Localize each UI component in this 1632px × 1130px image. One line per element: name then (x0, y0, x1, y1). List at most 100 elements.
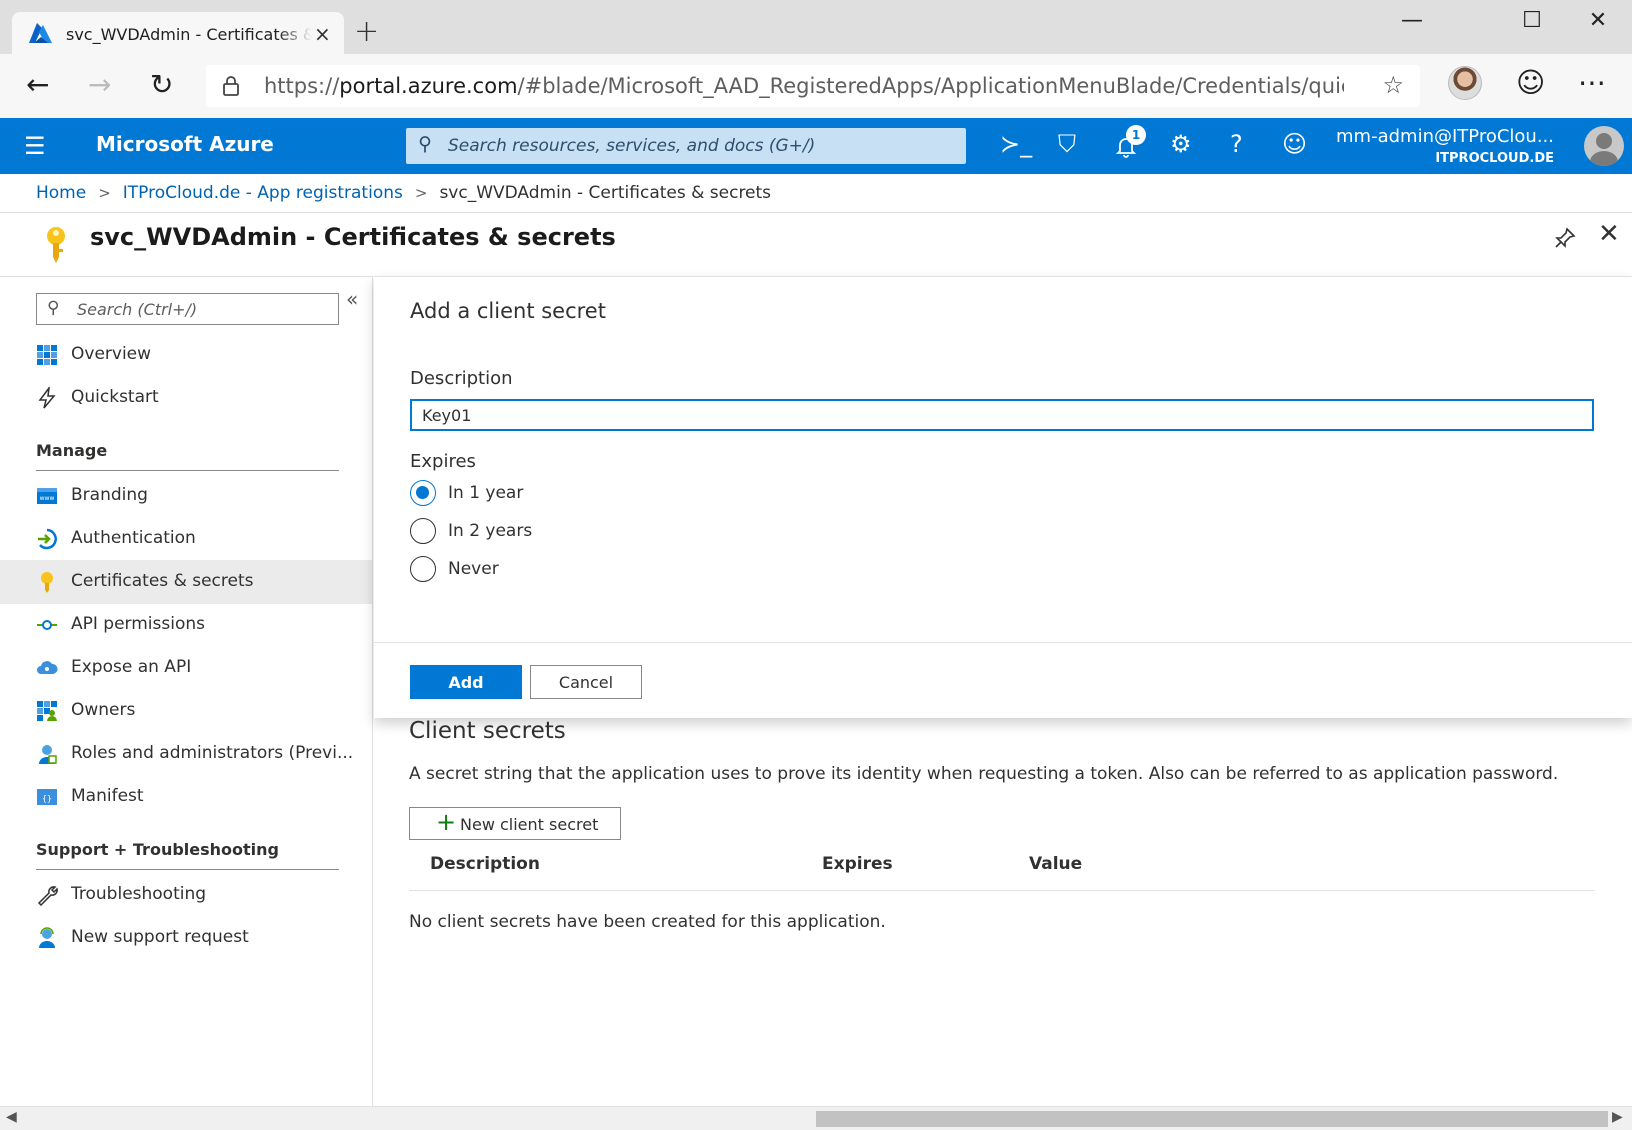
scrollbar-thumb[interactable] (816, 1111, 1608, 1127)
sidebar-item-roles-administrators[interactable]: Roles and administrators (Previ... (0, 732, 372, 776)
cloud-shell-icon[interactable]: ≻_ (1000, 130, 1032, 158)
sidebar-search-input[interactable]: ⚲ Search (Ctrl+/) (36, 293, 339, 325)
sidebar-item-new-support-request[interactable]: New support request (0, 916, 372, 960)
scroll-left-icon[interactable]: ◀ (6, 1109, 17, 1125)
close-blade-icon[interactable]: ✕ (1598, 219, 1620, 249)
breadcrumb-app-registrations[interactable]: ITProCloud.de - App registrations (123, 183, 403, 203)
sidebar-item-overview[interactable]: Overview (0, 333, 372, 377)
chevron-right-icon: > (98, 184, 111, 202)
settings-gear-icon[interactable]: ⚙ (1170, 130, 1192, 158)
help-icon[interactable]: ? (1230, 130, 1243, 158)
horizontal-scrollbar[interactable]: ◀ ▶ (0, 1106, 1632, 1130)
refresh-icon[interactable]: ↻ (150, 68, 173, 101)
account-name[interactable]: mm-admin@ITProClou... (1336, 126, 1554, 147)
sidebar-search-placeholder: Search (Ctrl+/) (77, 300, 198, 319)
add-button[interactable]: Add (410, 665, 522, 699)
sidebar-item-branding[interactable]: www Branding (0, 474, 372, 518)
description-input[interactable] (410, 399, 1594, 431)
sidebar-item-certificates-secrets[interactable]: Certificates & secrets (0, 560, 372, 604)
profile-avatar[interactable] (1448, 66, 1482, 100)
divider (36, 470, 339, 471)
sidebar-item-api-permissions[interactable]: API permissions (0, 603, 372, 647)
sidebar-item-expose-api[interactable]: Expose an API (0, 646, 372, 690)
forward-icon[interactable]: → (88, 68, 111, 101)
radio-label: In 2 years (448, 521, 533, 541)
chevron-right-icon: > (414, 184, 428, 202)
feedback-icon[interactable]: ☺ (1282, 130, 1307, 158)
collapse-sidebar-icon[interactable]: « (346, 287, 358, 311)
lock-icon (223, 76, 239, 96)
key-icon (41, 572, 53, 593)
breadcrumb: Home > ITProCloud.de - App registrations > s… (36, 183, 771, 203)
sidebar-item-manifest[interactable]: {} Manifest (0, 775, 372, 819)
divider (374, 642, 1632, 643)
sidebar-item-label: Overview (71, 344, 152, 364)
svg-text:www: www (40, 495, 55, 502)
lightning-icon (38, 387, 56, 409)
sidebar-item-label: Roles and administrators (Previ... (71, 743, 354, 763)
new-client-secret-label: New client secret (460, 815, 599, 834)
scroll-right-icon[interactable]: ▶ (1612, 1109, 1623, 1125)
sidebar-item-authentication[interactable]: Authentication (0, 517, 372, 561)
column-header-expires: Expires (822, 854, 893, 874)
radio-label: Never (448, 559, 499, 579)
browser-window: svc_WVDAdmin - Certificates & secrets × … (0, 0, 1632, 1130)
sidebar-item-owners[interactable]: Owners (0, 689, 372, 733)
url-text: https://portal.azure.com/#blade/Microsof… (264, 74, 1344, 98)
sidebar-item-label: Manifest (71, 786, 144, 806)
cancel-button[interactable]: Cancel (530, 665, 642, 699)
page-title: svc_WVDAdmin - Certificates & secrets (90, 223, 616, 251)
browser-tab[interactable]: svc_WVDAdmin - Certificates & secrets × (12, 12, 344, 56)
key-icon (47, 227, 65, 263)
more-icon[interactable]: ⋯ (1578, 66, 1606, 99)
back-icon[interactable]: ← (26, 68, 49, 101)
breadcrumb-home[interactable]: Home (36, 183, 86, 203)
panel-title: Add a client secret (410, 299, 606, 323)
maximize-button[interactable]: ☐ (1502, 8, 1562, 33)
sidebar-item-label: Owners (71, 700, 136, 720)
support-person-icon (39, 927, 55, 948)
column-header-description: Description (430, 854, 540, 874)
description-field[interactable] (412, 401, 1592, 429)
add-client-secret-panel: Add a client secret Description Expires … (374, 276, 1632, 718)
sidebar-item-label: New support request (71, 927, 249, 947)
client-secrets-description: A secret string that the application use… (409, 764, 1559, 784)
account-tenant: ITPROCLOUD.DE (1435, 151, 1554, 166)
divider (409, 890, 1595, 891)
brand-title[interactable]: Microsoft Azure (96, 132, 274, 156)
feedback-smiley-icon[interactable]: ☺ (1516, 66, 1545, 99)
description-label: Description (410, 368, 513, 389)
menu-icon[interactable]: ☰ (24, 132, 46, 160)
pin-icon[interactable] (1554, 227, 1576, 249)
sidebar-item-label: Certificates & secrets (71, 571, 254, 591)
azure-logo-icon (29, 23, 52, 43)
directory-filter-icon[interactable]: ⛉ (1058, 130, 1076, 158)
breadcrumb-current: svc_WVDAdmin - Certificates & secrets (439, 183, 772, 203)
plus-icon: + (436, 808, 457, 836)
sidebar-item-troubleshooting[interactable]: Troubleshooting (0, 873, 372, 917)
radio-button[interactable] (410, 480, 436, 506)
account-avatar[interactable] (1584, 126, 1624, 166)
address-bar[interactable]: https://portal.azure.com/#blade/Microsof… (206, 65, 1420, 107)
sidebar-item-quickstart[interactable]: Quickstart (0, 376, 372, 420)
radio-button[interactable] (410, 518, 436, 544)
minimize-button[interactable]: — (1382, 8, 1442, 33)
title-bar: svc_WVDAdmin - Certificates & secrets × … (0, 0, 1632, 56)
grid-icon (37, 345, 57, 365)
svg-text:{}: {} (42, 794, 52, 803)
tab-close-icon[interactable]: × (314, 22, 331, 46)
new-tab-button[interactable]: + (354, 14, 379, 49)
sidebar-item-label: Expose an API (71, 657, 192, 677)
radio-label: In 1 year (448, 483, 524, 503)
new-client-secret-button[interactable]: + New client secret (409, 807, 621, 840)
address-row: ← → ↻ https://portal.azure.com/#blade/Mi… (0, 54, 1632, 118)
expires-label: Expires (410, 451, 476, 472)
global-search-input[interactable]: ⚲ Search resources, services, and docs (… (406, 128, 966, 164)
search-icon: ⚲ (418, 133, 432, 155)
favorite-star-icon[interactable]: ☆ (1382, 71, 1404, 99)
sidebar-item-label: Troubleshooting (71, 884, 207, 904)
manage-heading: Manage (36, 441, 108, 460)
window-close-button[interactable]: ✕ (1568, 8, 1628, 33)
divider (36, 869, 339, 870)
radio-button[interactable] (410, 556, 436, 582)
